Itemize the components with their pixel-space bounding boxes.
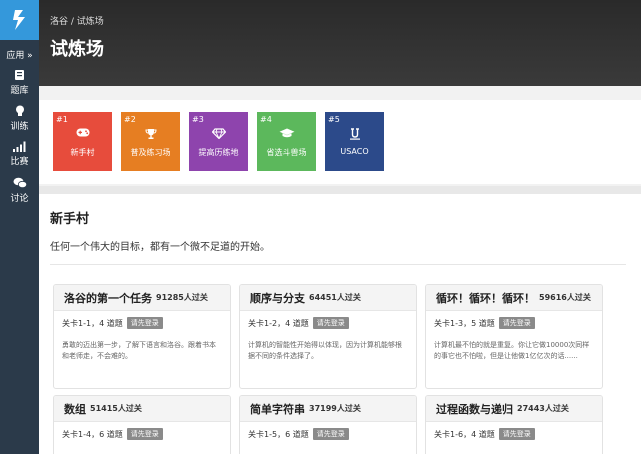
diamond-icon	[211, 128, 226, 139]
card-title[interactable]: 洛谷的第一个任务	[64, 290, 152, 306]
trophy-icon	[144, 129, 157, 139]
sidebar-item-label: 讨论	[10, 193, 29, 204]
sidebar-item-label: 比赛	[10, 157, 29, 167]
level-card-1[interactable]: #1 新手村	[53, 112, 112, 171]
card-header: 数组 51415人过关	[54, 396, 230, 422]
page-header: 洛谷 / 试炼场 试炼场	[39, 0, 641, 86]
level-label: 普及练习场	[130, 148, 171, 157]
section-description: 任何一个伟大的目标，都有一个微不足道的开始。	[50, 242, 270, 253]
pass-count: 91285人过关	[156, 293, 208, 302]
stage-info: 关卡1-3，5 道题	[434, 318, 495, 328]
login-button[interactable]: 请先登录	[312, 317, 349, 329]
course-card[interactable]: 循环！循环！循环！ 59616人过关 关卡1-3，5 道题 请先登录 计算机最不…	[425, 284, 603, 389]
level-label: 省选斗兽场	[266, 148, 307, 157]
signal-bars-icon	[13, 141, 26, 152]
sidebar-item-discuss[interactable]: 讨论	[0, 172, 39, 208]
level-card-2[interactable]: #2 普及练习场	[121, 112, 180, 171]
level-number: #1	[56, 115, 68, 124]
card-meta: 关卡1-3，5 道题 请先登录	[426, 311, 602, 329]
level-card-5[interactable]: #5 USACO	[325, 112, 384, 171]
level-number: #4	[260, 115, 272, 124]
card-header: 循环！循环！循环！ 59616人过关	[426, 285, 602, 311]
level-detail-section: 新手村 任何一个伟大的目标，都有一个微不足道的开始。 洛谷的第一个任务 9128…	[39, 194, 641, 454]
level-label: USACO	[340, 147, 369, 156]
course-card[interactable]: 数组 51415人过关 关卡1-4，6 道题 请先登录	[53, 395, 231, 454]
level-number: #3	[192, 115, 204, 124]
chat-bubbles-icon	[13, 177, 27, 188]
divider	[50, 264, 626, 265]
sidebar-item-label: 训练	[10, 121, 29, 132]
book-icon	[15, 69, 24, 80]
login-button[interactable]: 请先登录	[126, 317, 163, 329]
luogu-logo-icon	[12, 10, 25, 30]
level-card-3[interactable]: #3 提高历练地	[189, 112, 248, 171]
card-title[interactable]: 数组	[64, 401, 86, 417]
stage-info: 关卡1-2，4 道题	[248, 318, 309, 328]
login-button[interactable]: 请先登录	[126, 428, 163, 440]
apps-toggle[interactable]: 应用 »	[0, 44, 39, 64]
sidebar: 应用 » 题库 训练 比赛 讨论	[0, 0, 39, 454]
sidebar-item-training[interactable]: 训练	[0, 100, 39, 136]
card-header: 简单字符串 37199人过关	[240, 396, 416, 422]
card-title[interactable]: 循环！循环！循环！	[436, 290, 535, 306]
pass-count: 37199人过关	[309, 404, 361, 413]
level-selector: #1 新手村 #2 普及练习场 #3 提高历练地 #4 省选斗兽场 #5 USA…	[39, 100, 641, 184]
pass-count: 51415人过关	[90, 404, 142, 413]
card-description: 计算机的智能性开始得以体现，因为计算机能够根据不同的条件选择了。	[248, 341, 402, 360]
card-meta: 关卡1-6，4 道题 请先登录	[426, 422, 602, 440]
pass-count: 27443人过关	[517, 404, 569, 413]
sidebar-item-problems[interactable]: 题库	[0, 64, 39, 100]
card-title[interactable]: 简单字符串	[250, 401, 305, 417]
level-label: 提高历练地	[198, 148, 239, 157]
section-title: 新手村	[50, 212, 90, 227]
login-button[interactable]: 请先登录	[312, 428, 349, 440]
gamepad-icon	[76, 128, 89, 137]
page-title: 试炼场	[50, 39, 104, 60]
sidebar-item-label: 题库	[10, 85, 29, 96]
card-header: 过程函数与递归 27443人过关	[426, 396, 602, 422]
level-number: #2	[124, 115, 136, 124]
level-card-4[interactable]: #4 省选斗兽场	[257, 112, 316, 171]
card-description: 勇敢的迈出第一步，了解下语言和洛谷。跟着书本和老师走，不会难的。	[62, 341, 216, 360]
level-number: #5	[328, 115, 340, 124]
stage-info: 关卡1-6，4 道题	[434, 429, 495, 439]
section-separator	[39, 186, 641, 194]
site-logo[interactable]	[0, 0, 39, 40]
card-title[interactable]: 顺序与分支	[250, 290, 305, 306]
stage-info: 关卡1-4，6 道题	[62, 429, 123, 439]
course-card[interactable]: 洛谷的第一个任务 91285人过关 关卡1-1，4 道题 请先登录 勇敢的迈出第…	[53, 284, 231, 389]
sidebar-item-contests[interactable]: 比赛	[0, 136, 39, 172]
stage-info: 关卡1-1，4 道题	[62, 318, 123, 328]
card-meta: 关卡1-4，6 道题 请先登录	[54, 422, 230, 440]
course-card[interactable]: 简单字符串 37199人过关 关卡1-5，6 道题 请先登录	[239, 395, 417, 454]
card-meta: 关卡1-1，4 道题 请先登录	[54, 311, 230, 329]
card-header: 顺序与分支 64451人过关	[240, 285, 416, 311]
pass-count: 64451人过关	[309, 293, 361, 302]
card-meta: 关卡1-2，4 道题 请先登录	[240, 311, 416, 329]
card-header: 洛谷的第一个任务 91285人过关	[54, 285, 230, 311]
pass-count: 59616人过关	[539, 293, 591, 302]
level-label: 新手村	[70, 148, 95, 157]
card-description: 计算机最不怕的就是重复。你让它做10000次同样的事它也不怕啦，但是让他做1亿亿…	[434, 341, 590, 360]
breadcrumb[interactable]: 洛谷 / 试炼场	[50, 14, 104, 27]
login-button[interactable]: 请先登录	[498, 317, 535, 329]
lightbulb-icon	[15, 105, 24, 116]
course-card[interactable]: 过程函数与递归 27443人过关 关卡1-6，4 道题 请先登录	[425, 395, 603, 454]
course-card[interactable]: 顺序与分支 64451人过关 关卡1-2，4 道题 请先登录 计算机的智能性开始…	[239, 284, 417, 389]
usaco-u-icon	[349, 128, 360, 140]
card-title[interactable]: 过程函数与递归	[436, 401, 513, 417]
graduation-cap-icon	[279, 128, 294, 138]
login-button[interactable]: 请先登录	[498, 428, 535, 440]
stage-info: 关卡1-5，6 道题	[248, 429, 309, 439]
card-meta: 关卡1-5，6 道题 请先登录	[240, 422, 416, 440]
